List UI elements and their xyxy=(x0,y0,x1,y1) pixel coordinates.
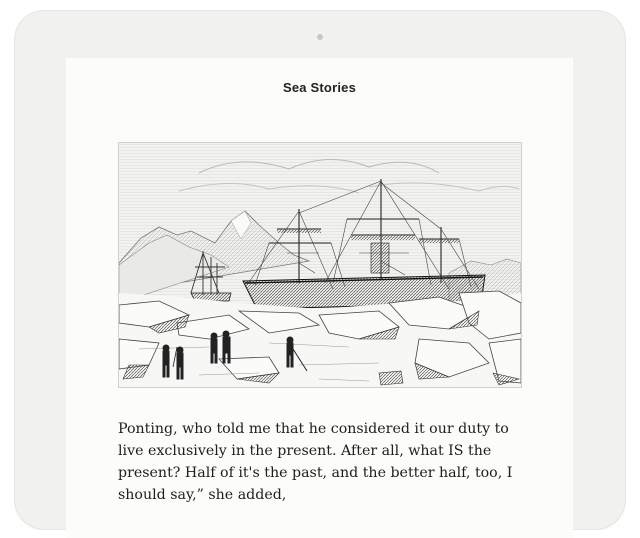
tablet-device-frame: Sea Stories Ponting, who told me that he… xyxy=(14,10,626,538)
reader-screen[interactable]: Sea Stories Ponting, who told me that he… xyxy=(66,58,573,538)
book-illustration xyxy=(118,142,522,388)
book-passage: Ponting, who told me that he considered … xyxy=(118,421,513,503)
front-camera xyxy=(317,34,323,40)
book-title: Sea Stories xyxy=(282,80,356,95)
